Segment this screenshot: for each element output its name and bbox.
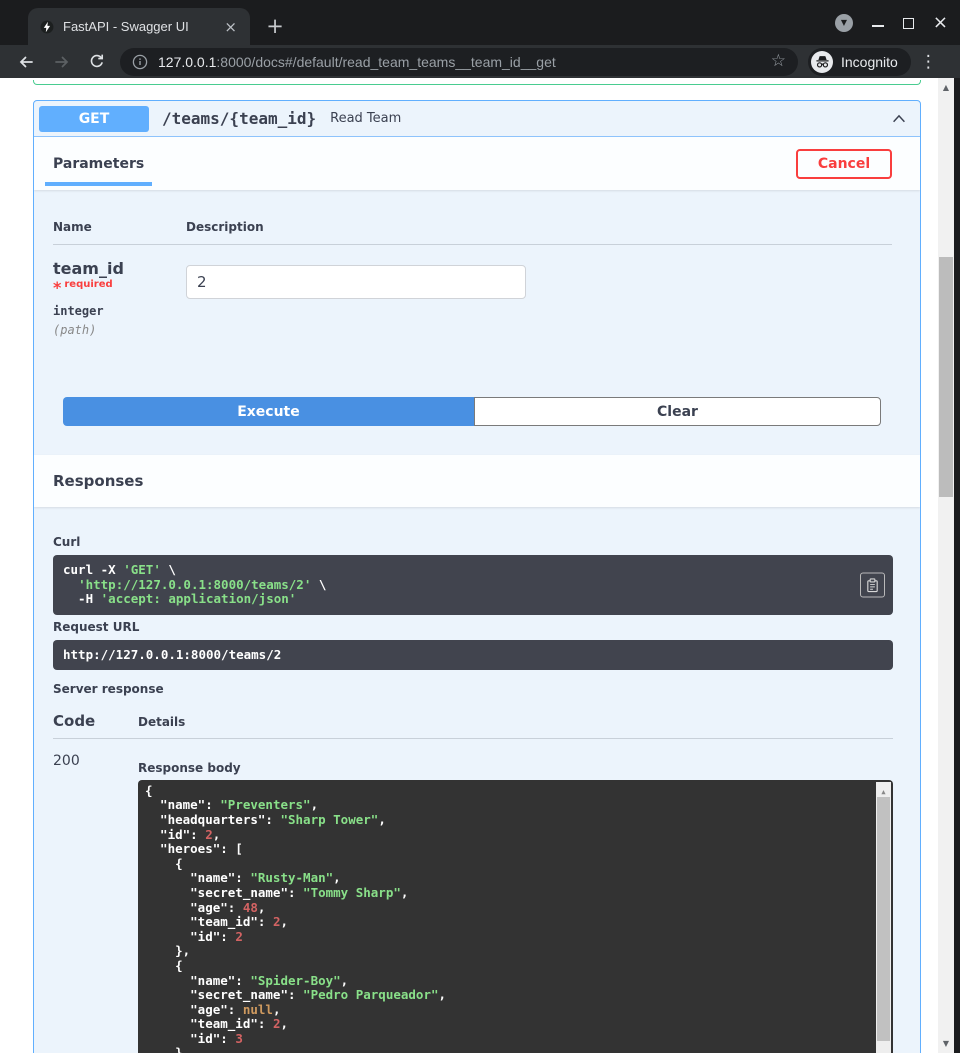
url-text[interactable]: 127.0.0.1:8000/docs#/default/read_team_t… bbox=[158, 54, 556, 70]
cancel-button[interactable]: Cancel bbox=[796, 149, 892, 179]
response-scrollbar[interactable]: ▲ bbox=[876, 782, 891, 1053]
bookmark-star-icon[interactable]: ☆ bbox=[771, 53, 786, 70]
browser-chrome: FastAPI - Swagger UI × + ▼ × 127.0.0 bbox=[0, 0, 960, 78]
address-bar[interactable]: 127.0.0.1:8000/docs#/default/read_team_t… bbox=[120, 48, 798, 76]
opblock-get-teams: GET /teams/{team_id} Read Team Parameter… bbox=[33, 100, 921, 1053]
execute-button[interactable]: Execute bbox=[63, 397, 474, 426]
window-close-button[interactable]: × bbox=[933, 14, 948, 32]
parameter-type: integer bbox=[53, 304, 186, 318]
team-id-input[interactable] bbox=[186, 265, 526, 299]
new-tab-button[interactable]: + bbox=[262, 14, 288, 40]
parameters-tab-underline bbox=[45, 182, 152, 186]
previous-opblock-edge bbox=[33, 80, 921, 85]
back-button[interactable] bbox=[16, 52, 36, 72]
opblock-summary[interactable]: GET /teams/{team_id} Read Team bbox=[34, 101, 920, 137]
column-header-code: Code bbox=[53, 712, 138, 730]
operation-summary: Read Team bbox=[330, 111, 401, 126]
curl-label: Curl bbox=[53, 535, 893, 549]
required-label: required bbox=[64, 279, 112, 290]
incognito-badge: Incognito bbox=[808, 48, 911, 76]
browser-update-icon[interactable]: ▼ bbox=[835, 14, 853, 32]
response-body-label: Response body bbox=[138, 761, 893, 775]
execute-row: Execute Clear bbox=[34, 397, 920, 455]
column-header-name: Name bbox=[53, 220, 186, 234]
incognito-label: Incognito bbox=[841, 54, 898, 70]
browser-menu-icon[interactable]: ⋮ bbox=[920, 52, 937, 72]
operation-path: /teams/{team_id} bbox=[162, 109, 316, 128]
parameter-row: team_id *required integer (path) bbox=[53, 259, 892, 337]
response-row: 200 Response body { "name": "Preventers"… bbox=[53, 753, 893, 1053]
server-response-label: Server response bbox=[53, 682, 893, 696]
tab-parameters[interactable]: Parameters bbox=[45, 137, 152, 190]
tab-title: FastAPI - Swagger UI bbox=[63, 19, 219, 34]
url-path: :8000/docs#/default/read_team_teams__tea… bbox=[216, 54, 555, 70]
responses-body: Curl curl -X 'GET' \ 'http://127.0.0.1:8… bbox=[34, 507, 920, 1053]
scroll-up-arrow-icon[interactable]: ▲ bbox=[938, 83, 954, 92]
parameters-table: Name Description team_id *required integ… bbox=[34, 190, 920, 397]
tab-close-icon[interactable]: × bbox=[219, 18, 242, 36]
curl-command: curl -X 'GET' \ 'http://127.0.0.1:8000/t… bbox=[53, 555, 893, 615]
required-asterisk: * bbox=[53, 278, 61, 297]
forward-button[interactable] bbox=[52, 52, 72, 72]
copy-to-clipboard-button[interactable] bbox=[860, 572, 885, 597]
swagger-page: GET /teams/{team_id} Read Team Parameter… bbox=[0, 78, 954, 1053]
response-body-json: { "name": "Preventers", "headquarters": … bbox=[138, 780, 893, 1053]
window-maximize-button[interactable] bbox=[903, 18, 914, 29]
window-minimize-button[interactable] bbox=[872, 25, 884, 27]
browser-toolbar: 127.0.0.1:8000/docs#/default/read_team_t… bbox=[0, 45, 960, 78]
request-url-label: Request URL bbox=[53, 620, 893, 634]
divider bbox=[53, 738, 893, 739]
method-badge: GET bbox=[39, 106, 149, 132]
scroll-down-arrow-icon[interactable]: ▼ bbox=[938, 1039, 954, 1048]
page-scrollbar[interactable]: ▲ ▼ bbox=[938, 78, 954, 1053]
collapse-chevron-icon[interactable] bbox=[890, 110, 908, 128]
responses-header: Responses bbox=[34, 455, 920, 507]
parameter-location: (path) bbox=[53, 323, 186, 337]
column-header-details: Details bbox=[138, 715, 185, 729]
column-header-description: Description bbox=[186, 220, 892, 234]
response-json-code: { "name": "Preventers", "headquarters": … bbox=[145, 784, 871, 1053]
window-edge bbox=[954, 78, 960, 1053]
request-url-value: http://127.0.0.1:8000/teams/2 bbox=[53, 640, 893, 670]
browser-tab[interactable]: FastAPI - Swagger UI × bbox=[28, 8, 250, 45]
parameters-tab-label: Parameters bbox=[53, 156, 144, 172]
page-scrollbar-thumb[interactable] bbox=[939, 257, 953, 497]
divider bbox=[53, 244, 892, 245]
incognito-icon bbox=[811, 51, 833, 73]
response-scrollbar-thumb[interactable] bbox=[877, 797, 890, 1041]
fastapi-favicon-icon bbox=[40, 20, 54, 34]
parameter-name-text: team_id bbox=[53, 259, 124, 278]
status-code: 200 bbox=[53, 753, 138, 1053]
reload-button[interactable] bbox=[88, 53, 106, 71]
parameter-name: team_id *required bbox=[53, 259, 186, 297]
url-host: 127.0.0.1 bbox=[158, 54, 216, 70]
site-info-icon[interactable] bbox=[132, 54, 148, 70]
clear-button[interactable]: Clear bbox=[474, 397, 881, 426]
responses-title: Responses bbox=[53, 472, 143, 490]
parameters-header: Parameters Cancel bbox=[34, 137, 920, 190]
